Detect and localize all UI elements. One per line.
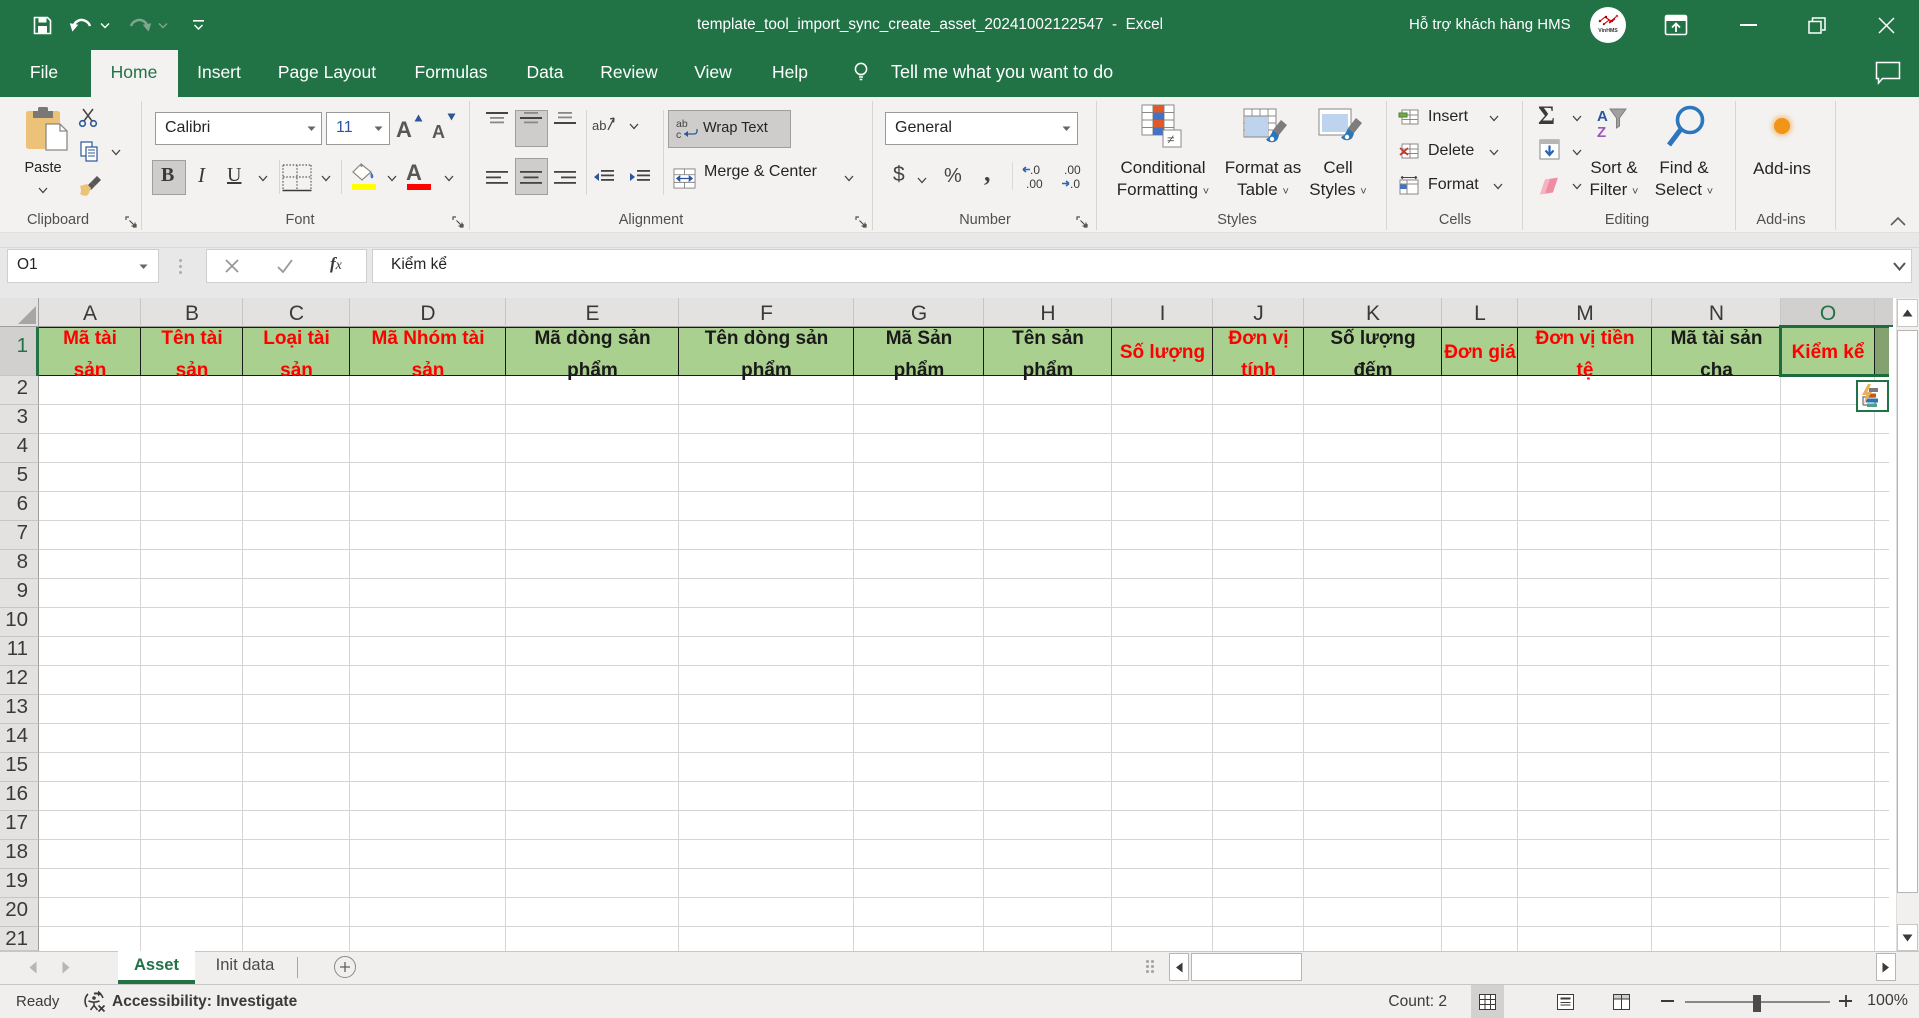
svg-text:VinHMS: VinHMS <box>1598 28 1618 34</box>
svg-text:c: c <box>676 129 681 141</box>
svg-text:A: A <box>1597 108 1608 125</box>
svg-text:.00: .00 <box>1026 177 1043 191</box>
svg-text:ab: ab <box>592 118 606 133</box>
svg-text:.00: .00 <box>1064 163 1081 177</box>
svg-text:.0: .0 <box>1030 163 1040 177</box>
svg-text:≠: ≠ <box>1167 133 1175 148</box>
svg-text:Z: Z <box>1597 124 1606 141</box>
svg-text:.0: .0 <box>1070 177 1080 191</box>
